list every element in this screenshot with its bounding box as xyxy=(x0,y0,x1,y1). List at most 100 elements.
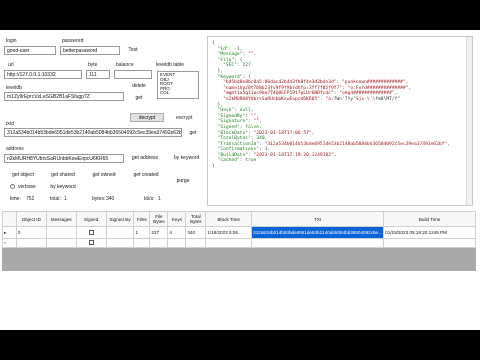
get-txid-button[interactable]: get xyxy=(186,129,200,138)
encrypt-label: encrypt xyxy=(176,115,193,121)
table-cell[interactable] xyxy=(185,238,207,248)
signed-checkbox[interactable] xyxy=(88,229,94,235)
json-token: "2023-01-18T17:19:20.1249302", xyxy=(253,152,337,158)
table-cell[interactable] xyxy=(205,238,253,248)
login-field[interactable]: good-user xyxy=(4,46,56,55)
results-grid[interactable]: Object ID Messages Signed Signed By Files Fil… xyxy=(2,211,476,271)
json-token: false, xyxy=(245,124,262,130)
table-cell[interactable] xyxy=(75,226,107,239)
table-cell[interactable] xyxy=(251,238,385,248)
table-cell[interactable]: ▸ xyxy=(2,226,17,239)
txid-field[interactable]: 312a534b014b53bde6951de53b2140ab5084bb36… xyxy=(4,128,182,137)
get-address-button[interactable]: get address xyxy=(128,154,162,163)
get-owned-button[interactable]: get owned xyxy=(88,171,120,180)
json-token: }, xyxy=(212,68,224,74)
purge-button[interactable]: purge xyxy=(174,177,192,186)
json-token: "Message" xyxy=(217,52,243,58)
json-scrollbar[interactable] xyxy=(466,37,472,205)
kbs-value: 1 xyxy=(158,196,161,202)
table-cell[interactable] xyxy=(383,238,476,248)
json-token: "", xyxy=(248,52,257,58)
table-cell[interactable] xyxy=(45,238,77,248)
table-cell[interactable] xyxy=(105,226,135,239)
table-cell[interactable]: 340 xyxy=(185,226,207,239)
table-cell[interactable]: 0 xyxy=(15,226,47,239)
delete-button[interactable]: delete xyxy=(130,82,148,91)
url-field[interactable]: http://127.0.0.1:10332 xyxy=(4,70,82,79)
table-cell[interactable]: 01/18/2023 05:19:20.1249 PM xyxy=(383,226,476,239)
json-token: "TotalBytes" xyxy=(217,136,251,142)
app-window: login password good-user betterpassword … xyxy=(0,30,480,330)
get-leveldb-button[interactable]: get xyxy=(132,94,146,103)
json-viewer[interactable]: { "Id": -1, "Message": "", "File": { "SE… xyxy=(207,36,473,206)
table-cell[interactable] xyxy=(15,238,47,248)
table-cell[interactable]: 1 xyxy=(133,226,151,239)
column-header[interactable]: Block Time xyxy=(205,211,253,227)
leveldb-field[interactable]: m1Zy9rEprcVxLeSGB2B1aFSfugp7Z xyxy=(4,92,124,101)
table-cell[interactable] xyxy=(149,238,169,248)
table-row[interactable]: * xyxy=(2,238,476,248)
column-header[interactable]: File Bytes xyxy=(149,211,169,227)
signed-checkbox[interactable] xyxy=(88,240,94,245)
json-token: null, xyxy=(239,108,254,114)
json-token: "o: xyxy=(325,96,334,102)
table-cell[interactable]: 1/18/2023 5:06... xyxy=(205,226,253,239)
address-field[interactable]: n2kMURH8YUbrsSaRUnbbKswEopcU6KR65 xyxy=(4,154,124,163)
leveldb-option[interactable]: COL xyxy=(160,91,196,96)
table-row[interactable]: ▸ 0 1 227 4 340 1/18/2023 5:06... 312a534b014b5… xyxy=(2,226,476,239)
password-field[interactable]: betterpassword xyxy=(60,46,120,55)
table-cell[interactable]: 227 xyxy=(149,226,169,239)
table-cell[interactable]: 312a534b014b53bde6951de53b2140ab5084bb36… xyxy=(251,226,385,239)
json-token: "TransactionId" xyxy=(217,141,260,147)
json-token: -1, xyxy=(234,46,243,52)
column-header[interactable]: Files xyxy=(133,211,151,227)
by-keyword-button[interactable]: by keyword xyxy=(48,183,78,191)
get-object-button[interactable]: get object xyxy=(8,171,38,180)
url-label: url xyxy=(8,62,14,68)
json-token: 340, xyxy=(256,136,268,142)
byte-field[interactable]: 111 xyxy=(86,70,110,79)
get-created-button[interactable]: get created xyxy=(130,171,162,180)
verbose-radio[interactable] xyxy=(10,184,15,189)
table-cell[interactable] xyxy=(75,238,107,248)
column-header[interactable]: Signed xyxy=(75,211,107,227)
table-cell[interactable] xyxy=(45,226,77,239)
table-cell[interactable] xyxy=(133,238,151,248)
column-header[interactable]: Keys xyxy=(167,211,187,227)
column-header[interactable]: Signed By xyxy=(105,211,135,227)
json-token: "o:Ford##############", xyxy=(347,85,412,91)
json-token: "", xyxy=(250,113,260,119)
column-header[interactable] xyxy=(2,211,17,227)
get-shared-button[interactable]: get shared xyxy=(48,171,78,180)
json-token: 1, xyxy=(264,147,271,153)
column-header[interactable]: Total Bytes xyxy=(185,211,207,227)
bytes-value: 340 xyxy=(106,196,115,202)
json-token: "312a534b014b53bde6951de53b2140ab5084bb3… xyxy=(264,141,450,147)
json-token: 227 xyxy=(242,63,251,69)
table-cell[interactable] xyxy=(167,238,187,248)
json-token: "Id" xyxy=(217,46,229,52)
kbs-label: kb/s: xyxy=(144,196,155,202)
test-button[interactable]: Test xyxy=(126,46,140,55)
column-header[interactable]: Messages xyxy=(45,211,77,227)
balance-field[interactable] xyxy=(114,70,152,79)
json-line: } xyxy=(212,164,472,170)
results-table: Object ID Messages Signed Signed By Files Fil… xyxy=(2,211,476,248)
column-header[interactable]: Build Time xyxy=(383,211,476,227)
json-token: "SignedBy" xyxy=(217,113,246,119)
leveldb-label: leveldb xyxy=(6,85,22,91)
time-value: 752 xyxy=(26,196,35,202)
column-header[interactable]: TXI xyxy=(251,211,385,227)
verbose-label: verbose xyxy=(18,184,36,190)
leveldb-table-list[interactable]: EVENT OBJ ROOT PRO COL xyxy=(157,71,199,99)
column-header[interactable]: Object ID xyxy=(15,211,47,227)
table-cell[interactable]: 4 xyxy=(167,226,187,239)
table-cell[interactable] xyxy=(105,238,135,248)
json-token: true xyxy=(245,158,257,164)
by-keyword-label: by keyword xyxy=(174,155,200,161)
table-cell[interactable]: * xyxy=(2,238,17,248)
decrypt-button[interactable]: decrypt xyxy=(130,113,164,122)
